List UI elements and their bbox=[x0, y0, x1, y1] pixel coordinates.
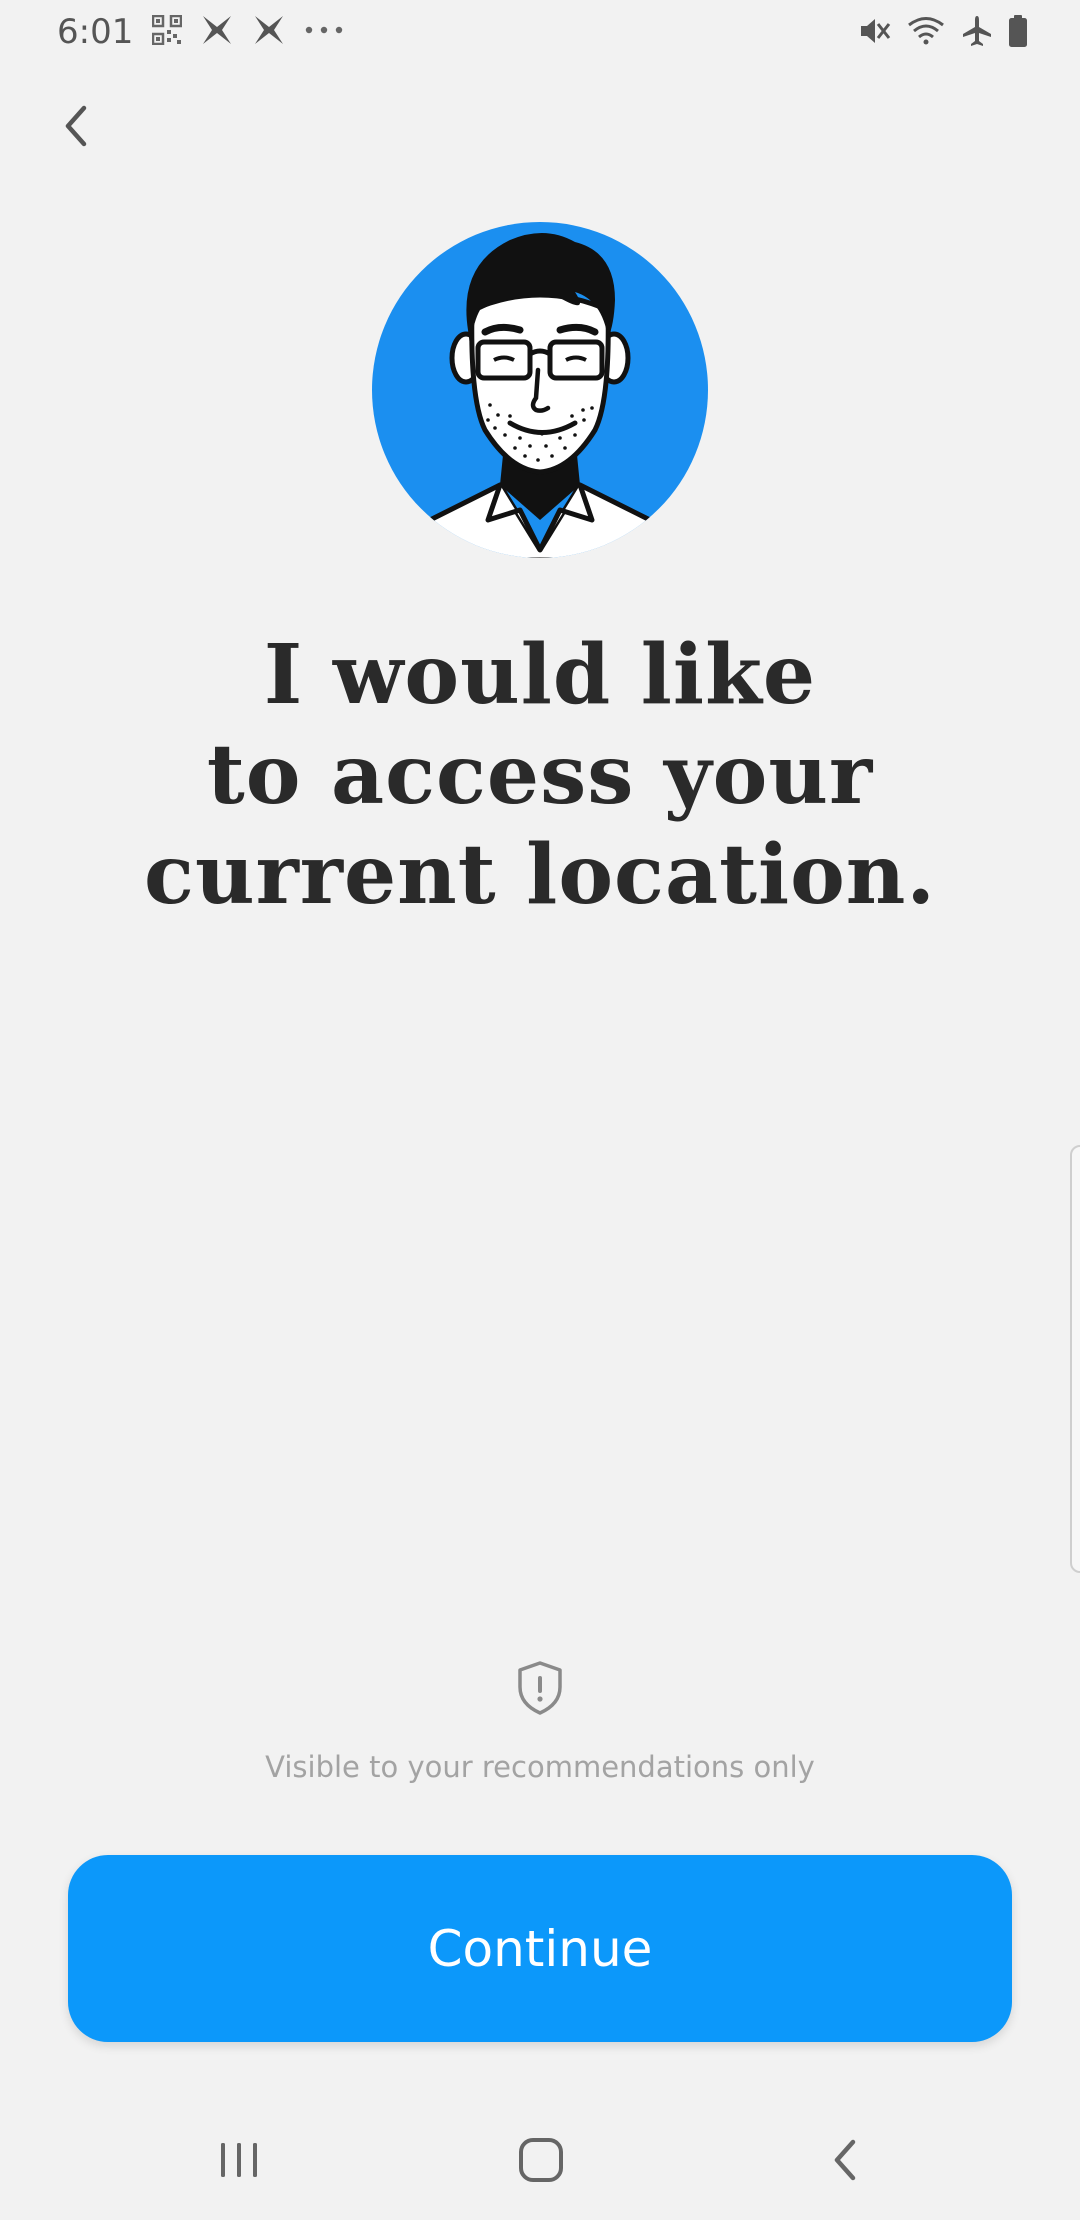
continue-button[interactable]: Continue bbox=[68, 1855, 1012, 2042]
recent-apps-button[interactable] bbox=[204, 2130, 274, 2190]
back-button[interactable] bbox=[48, 96, 104, 156]
home-button[interactable] bbox=[506, 2130, 576, 2190]
permission-heading: I would like to access your current loca… bbox=[144, 627, 936, 923]
qr-code-icon bbox=[152, 15, 182, 45]
wifi-icon bbox=[906, 14, 946, 48]
back-icon bbox=[834, 2139, 856, 2181]
status-right-icons bbox=[858, 14, 1028, 48]
more-dots-icon bbox=[304, 25, 344, 35]
home-icon bbox=[519, 2138, 563, 2182]
mute-icon bbox=[858, 14, 892, 48]
status-left-icons bbox=[152, 14, 344, 46]
status-time: 6:01 bbox=[57, 12, 134, 52]
chevron-left-icon bbox=[65, 105, 87, 147]
app-x-icon bbox=[252, 14, 286, 46]
avatar-illustration bbox=[370, 220, 710, 560]
status-bar: 6:01 bbox=[0, 0, 1080, 66]
system-back-button[interactable] bbox=[810, 2130, 880, 2190]
location-permission-screen: 6:01 I would like to access your current… bbox=[0, 0, 1080, 2220]
shield-alert-icon bbox=[515, 1660, 565, 1716]
app-x-icon bbox=[200, 14, 234, 46]
airplane-icon bbox=[960, 14, 994, 48]
privacy-note: Visible to your recommendations only bbox=[265, 1750, 815, 1784]
battery-icon bbox=[1008, 14, 1028, 48]
recent-apps-icon bbox=[221, 2143, 257, 2177]
system-nav-bar bbox=[0, 2100, 1080, 2220]
edge-panel-handle[interactable] bbox=[1070, 1145, 1080, 1573]
